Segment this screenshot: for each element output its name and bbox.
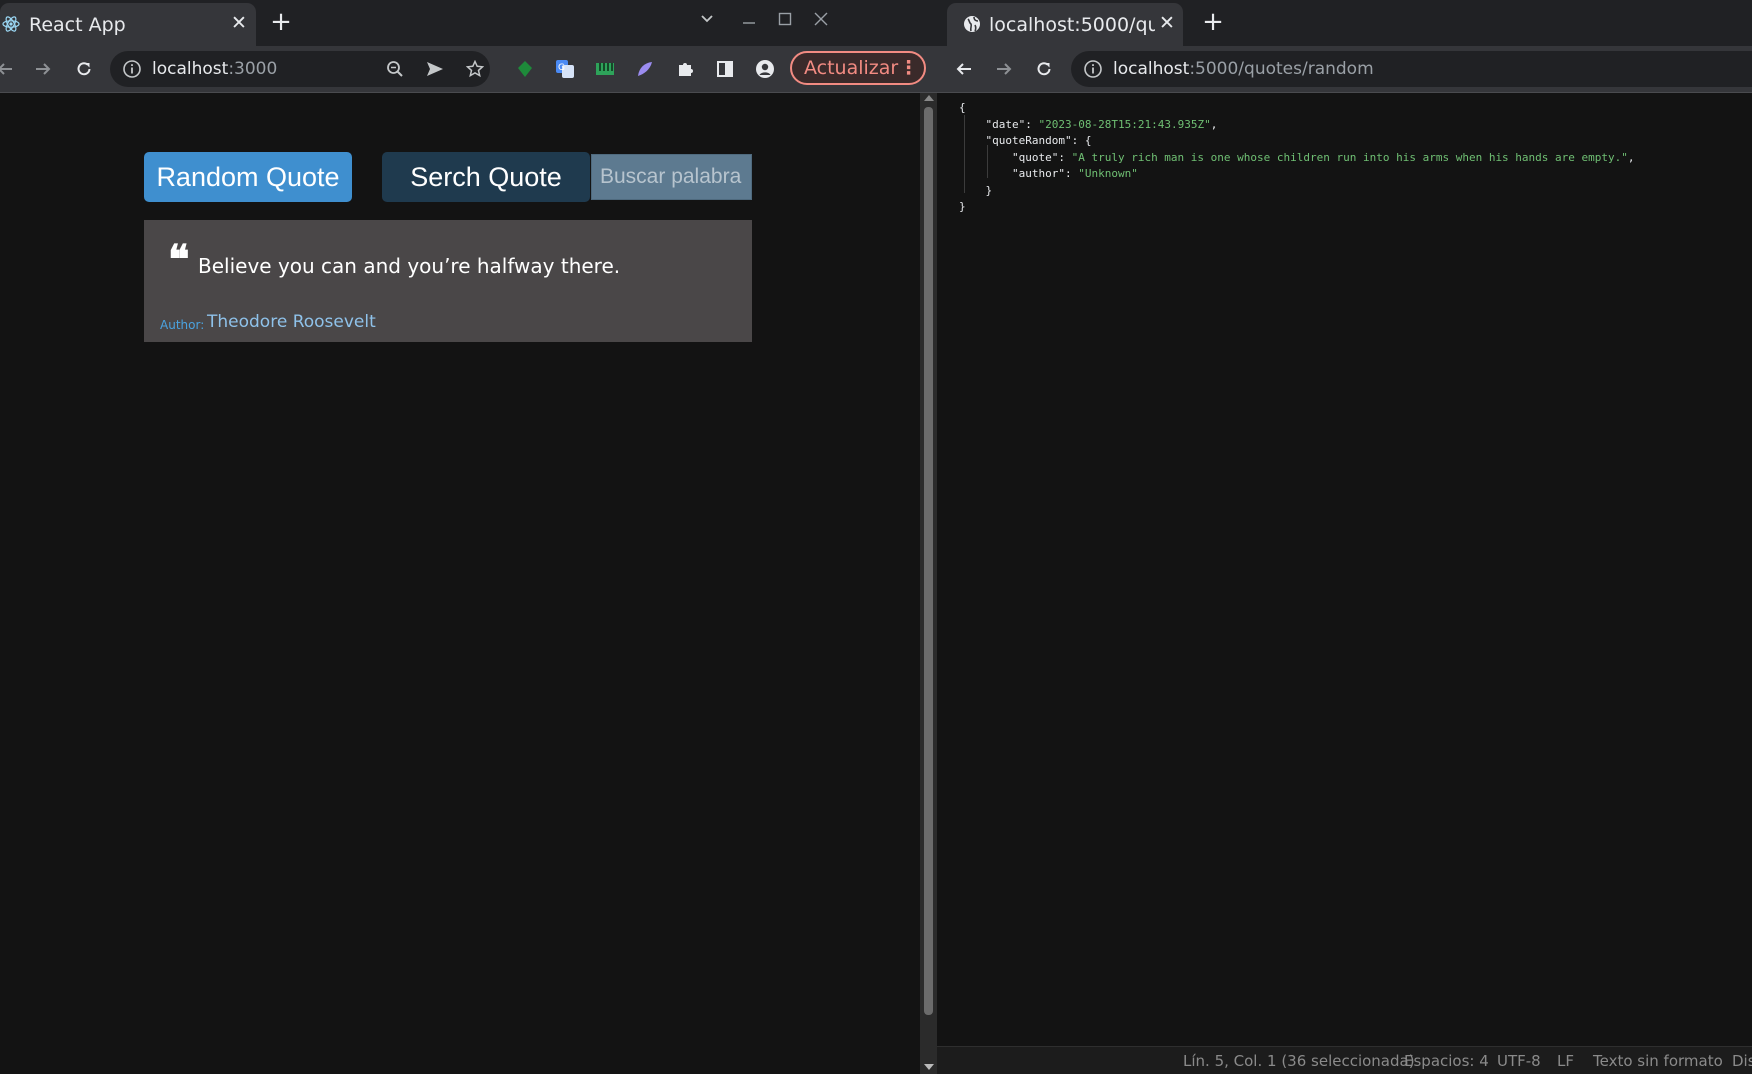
quote-card: ❝ Believe you can and you’re halfway the…: [144, 220, 752, 342]
scroll-down-icon[interactable]: [924, 1064, 934, 1070]
send-icon[interactable]: [422, 56, 448, 82]
quote-text: Believe you can and you’re halfway there…: [198, 254, 621, 278]
forward-arrow-icon[interactable]: [30, 56, 56, 82]
site-info-icon[interactable]: [122, 59, 142, 79]
page-scrollbar[interactable]: [920, 93, 937, 1074]
search-word-input[interactable]: [591, 154, 752, 200]
json-date-key: "date": [985, 117, 1026, 131]
author-label: Author:: [160, 318, 205, 332]
feather-extension-icon[interactable]: [632, 56, 658, 82]
json-quote-key: "quote": [1011, 150, 1059, 164]
status-indentation[interactable]: Espacios: 4: [1404, 1052, 1489, 1070]
json-close-brace: }: [959, 200, 966, 213]
json-quoterandom-key: "quoteRandom": [985, 134, 1072, 147]
react-logo-icon: [2, 15, 20, 33]
status-line-ending[interactable]: LF: [1557, 1052, 1574, 1070]
bookmark-star-icon[interactable]: [462, 56, 488, 82]
piano-extension-icon[interactable]: [592, 56, 618, 82]
scroll-up-icon[interactable]: [924, 95, 934, 101]
status-cursor-position[interactable]: Lín. 5, Col. 1 (36 seleccionada): [1183, 1052, 1415, 1070]
browser-toolbar: localhost:5000/quotes/random: [937, 46, 1752, 93]
url-path: :5000/quotes/random: [1189, 59, 1374, 79]
globe-icon: [963, 15, 981, 33]
side-panel-icon[interactable]: [712, 56, 738, 82]
browser-toolbar: localhost:3000 G Actualizar ⋮: [0, 46, 937, 93]
status-bar: Lín. 5, Col. 1 (36 seleccionada) Espacio…: [937, 1046, 1752, 1074]
json-date-value: "2023-08-28T15:21:43.935Z": [1038, 117, 1211, 131]
status-encoding[interactable]: UTF-8: [1497, 1052, 1541, 1070]
scroll-thumb[interactable]: [924, 107, 933, 1015]
quote-mark-icon: ❝: [168, 236, 190, 283]
json-open-brace: {: [959, 101, 966, 114]
json-inner-close-brace: }: [985, 183, 993, 197]
reload-icon[interactable]: [1031, 56, 1057, 82]
new-tab-icon[interactable]: +: [268, 9, 294, 36]
status-extra[interactable]: Dis: [1732, 1052, 1752, 1070]
tab-strip: localhost:5000/quotes/random ✕ +: [937, 0, 1752, 46]
extensions-puzzle-icon[interactable]: [672, 56, 698, 82]
window-close-icon[interactable]: [808, 8, 834, 34]
url-host: localhost: [152, 59, 229, 79]
forward-arrow-icon[interactable]: [991, 56, 1017, 82]
close-tab-icon[interactable]: ✕: [228, 11, 250, 35]
tab-strip: React App ✕ +: [0, 0, 937, 46]
update-button[interactable]: Actualizar ⋮: [790, 51, 926, 85]
tab-search-chevron-icon[interactable]: [694, 8, 720, 34]
back-arrow-icon[interactable]: [0, 56, 18, 82]
url-path: :3000: [228, 59, 278, 79]
browser-window-right: localhost:5000/quotes/random ✕ + localho…: [937, 0, 1752, 1074]
address-bar[interactable]: localhost:5000/quotes/random: [1071, 51, 1752, 87]
menu-dots-icon[interactable]: ⋮: [899, 53, 918, 83]
extension-shield-icon[interactable]: [512, 56, 538, 82]
url-text: localhost:5000/quotes/random: [1113, 59, 1374, 79]
json-body: { "date": "2023-08-28T15:21:43.935Z", "q…: [959, 101, 1635, 213]
search-quote-button[interactable]: Serch Quote: [382, 152, 590, 202]
tab-react-app[interactable]: React App ✕: [0, 3, 256, 46]
address-bar[interactable]: localhost:3000: [110, 51, 490, 87]
maximize-icon[interactable]: [772, 8, 798, 34]
zoom-icon[interactable]: [382, 56, 408, 82]
json-viewport: { "date": "2023-08-28T15:21:43.935Z", "q…: [937, 93, 1752, 1074]
reload-icon[interactable]: [71, 56, 97, 82]
author-name: Theodore Roosevelt: [207, 312, 376, 332]
json-quote-value: "A truly rich man is one whose children …: [1071, 150, 1628, 164]
url-host: localhost: [1113, 59, 1190, 79]
close-tab-icon[interactable]: ✕: [1156, 11, 1178, 35]
browser-window-left: React App ✕ + localhost:3000 G Actualiza…: [0, 0, 937, 1074]
svg-text:G: G: [558, 63, 565, 73]
site-info-icon[interactable]: [1083, 59, 1103, 79]
tab-title: React App: [29, 14, 126, 36]
minimize-icon[interactable]: [736, 8, 762, 34]
new-tab-icon[interactable]: +: [1200, 9, 1226, 36]
react-app-viewport: Random Quote Serch Quote ❝ Believe you c…: [0, 93, 920, 1074]
profile-avatar-icon[interactable]: [752, 56, 778, 82]
json-author-key: "author": [1011, 167, 1065, 180]
back-arrow-icon[interactable]: [951, 56, 977, 82]
tab-title: localhost:5000/quotes/random: [989, 14, 1155, 36]
random-quote-button[interactable]: Random Quote: [144, 152, 352, 202]
json-author-value: "Unknown": [1078, 167, 1138, 180]
status-language-mode[interactable]: Texto sin formato: [1593, 1052, 1723, 1070]
google-translate-icon[interactable]: G: [552, 56, 578, 82]
tab-quotes-random[interactable]: localhost:5000/quotes/random ✕: [947, 3, 1183, 46]
url-text: localhost:3000: [152, 59, 277, 79]
update-label: Actualizar: [804, 57, 899, 79]
